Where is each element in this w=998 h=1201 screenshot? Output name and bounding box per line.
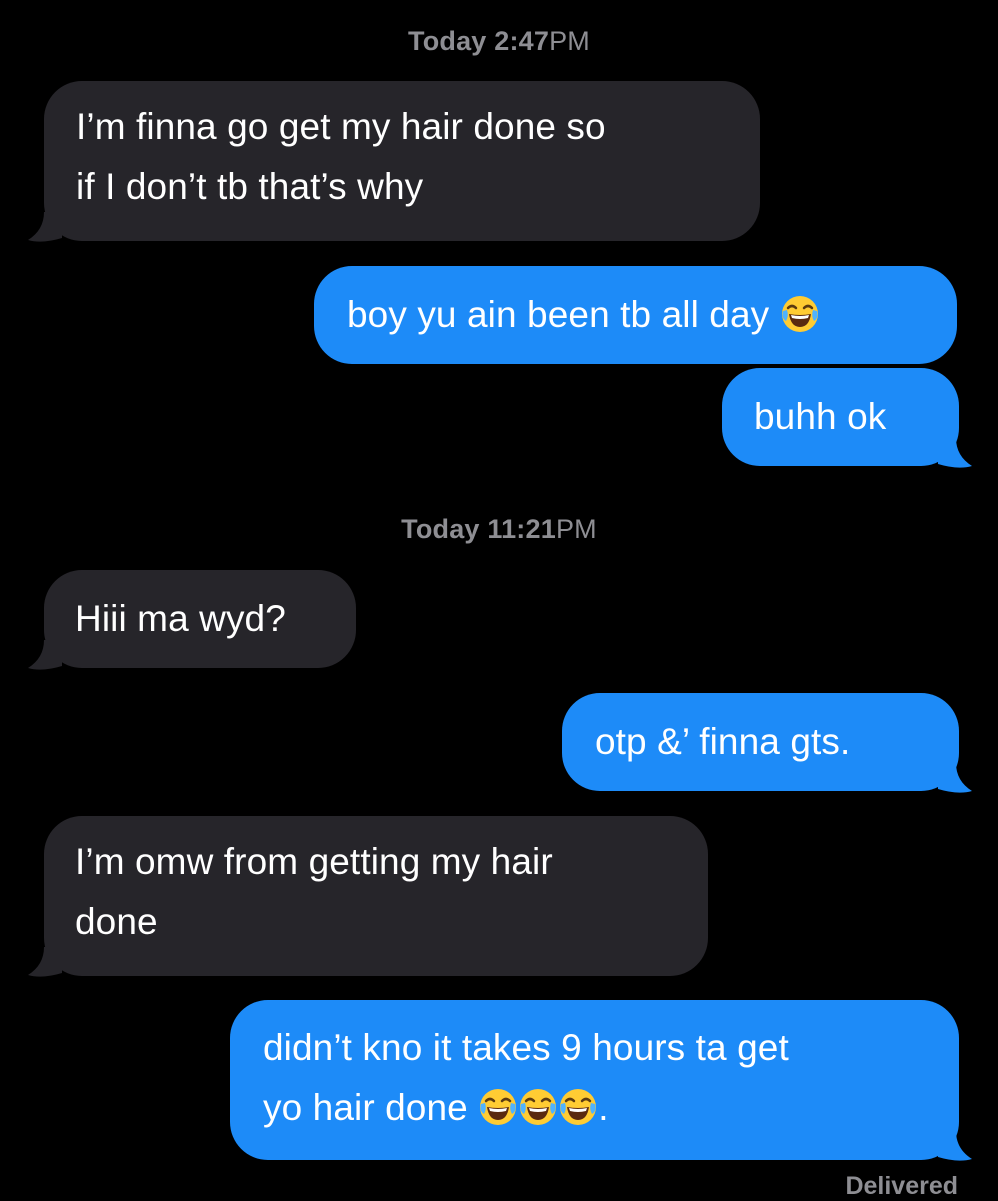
- message-bubble-outgoing[interactable]: boy yu ain been tb all day: [314, 266, 957, 364]
- face-with-tears-of-joy-icon: [518, 1087, 558, 1127]
- message-bubble-incoming[interactable]: I’m finna go get my hair done so if I do…: [44, 81, 760, 241]
- bubble-tail: [938, 438, 972, 468]
- timestamp-day: Today: [408, 26, 487, 56]
- message-text: boy yu ain been tb all day: [347, 294, 770, 335]
- bubble-tail: [938, 1131, 972, 1161]
- message-bubble-outgoing[interactable]: buhh ok: [722, 368, 959, 466]
- message-line: I’m finna go get my hair done so: [76, 106, 606, 147]
- timestamp-time: 2:47: [494, 26, 550, 56]
- message-text: yo hair done: [263, 1087, 468, 1128]
- message-line: didn’t kno it takes 9 hours ta get: [263, 1027, 789, 1068]
- message-text: Hiii ma wyd?: [75, 598, 286, 639]
- message-line-with-emojis: yo hair done .: [263, 1078, 959, 1138]
- message-bubble-outgoing[interactable]: otp &’ finna gts.: [562, 693, 959, 791]
- message-trailing-text: .: [598, 1087, 609, 1128]
- bubble-tail: [28, 212, 62, 242]
- message-bubble-incoming[interactable]: Hiii ma wyd?: [44, 570, 356, 668]
- message-line: I’m omw from getting my hair: [75, 841, 553, 882]
- timestamp-ampm: PM: [555, 514, 597, 544]
- timestamp-time: 11:21: [487, 514, 556, 544]
- delivery-status: Delivered: [845, 1172, 958, 1200]
- bubble-tail: [28, 640, 62, 670]
- face-with-tears-of-joy-icon: [478, 1087, 518, 1127]
- timestamp: Today 2:47PM: [0, 26, 998, 57]
- message-text: buhh ok: [754, 396, 887, 437]
- bubble-tail: [28, 947, 62, 977]
- message-line: if I don’t tb that’s why: [76, 166, 424, 207]
- message-text: otp &’ finna gts.: [595, 721, 851, 762]
- timestamp-ampm: PM: [549, 26, 590, 56]
- message-thread: Today 2:47PM I’m finna go get my hair do…: [0, 0, 998, 1200]
- bubble-tail: [938, 763, 972, 793]
- face-with-tears-of-joy-icon: [780, 294, 820, 334]
- message-line: done: [75, 901, 158, 942]
- message-bubble-incoming[interactable]: I’m omw from getting my hair done: [44, 816, 708, 976]
- timestamp: Today 11:21PM: [0, 514, 998, 545]
- face-with-tears-of-joy-icon: [558, 1087, 598, 1127]
- timestamp-day: Today: [401, 514, 480, 544]
- message-bubble-outgoing[interactable]: didn’t kno it takes 9 hours ta get yo ha…: [230, 1000, 959, 1160]
